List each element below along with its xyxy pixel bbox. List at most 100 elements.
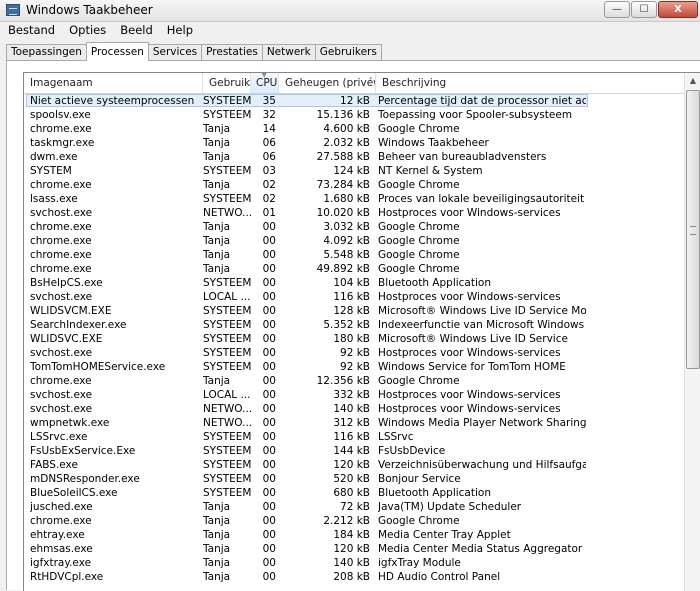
table-row[interactable]: svchost.exe SYSTEEM 00 92 kB Hostproces voor… xyxy=(24,346,685,360)
menu-bestand[interactable]: Bestand xyxy=(0,22,61,40)
cell-imagenaam: Niet actieve systeemprocessen xyxy=(30,95,195,107)
cell-beschrijving: Google Chrome xyxy=(378,235,460,247)
cell-beschrijving: Java(TM) Update Scheduler xyxy=(378,501,522,513)
table-row[interactable]: spoolsv.exe SYSTEEM 32 15.136 kB Toepassing … xyxy=(24,108,685,122)
tab-netwerk[interactable]: Netwerk xyxy=(261,44,316,61)
cell-beschrijving: Media Center Media Status Aggregator Ser… xyxy=(378,543,586,555)
table-row[interactable]: chrome.exe Tanja 00 3.032 kB Google Chrome xyxy=(24,220,685,234)
table-row[interactable]: WLIDSVCM.EXE SYSTEEM 00 128 kB Microsoft® Wi… xyxy=(24,304,685,318)
cell-geheugen: 124 kB xyxy=(333,165,370,177)
tab-toepassingen[interactable]: Toepassingen xyxy=(6,44,87,61)
tab-processen[interactable]: Processen xyxy=(85,42,149,61)
tab-prestaties[interactable]: Prestaties xyxy=(201,44,263,61)
cell-geheugen: 72 kB xyxy=(340,501,370,513)
column-header-cpu[interactable]: ▼ CPU xyxy=(251,73,279,93)
sort-down-icon: ▼ xyxy=(261,73,267,79)
cell-cpu: 00 xyxy=(262,389,276,401)
cell-gebruiker: SYSTEEM xyxy=(203,95,251,107)
cell-gebruiker: NETWO... xyxy=(203,403,251,415)
scroll-up-arrow-icon[interactable]: ▲ xyxy=(685,73,700,89)
tab-gebruikers[interactable]: Gebruikers xyxy=(314,44,382,61)
cell-cpu: 02 xyxy=(262,193,276,205)
scroll-thumb[interactable] xyxy=(686,90,700,369)
cell-gebruiker: Tanja xyxy=(203,263,231,275)
table-row[interactable]: FsUsbExService.Exe SYSTEEM 00 144 kB FsUsbDe… xyxy=(24,444,685,458)
column-header-gebruiker[interactable]: Gebruik... xyxy=(203,73,251,93)
table-row[interactable]: chrome.exe Tanja 00 5.548 kB Google Chrome xyxy=(24,248,685,262)
cell-cpu: 14 xyxy=(262,123,276,135)
table-row[interactable]: svchost.exe NETWO... 00 140 kB Hostproces vo… xyxy=(24,402,685,416)
table-row[interactable]: dwm.exe Tanja 06 27.588 kB Beheer van bureau… xyxy=(24,150,685,164)
cell-beschrijving: Indexeerfunctie van Microsoft Windows Se… xyxy=(378,319,586,331)
cell-cpu: 06 xyxy=(262,137,276,149)
cell-geheugen: 208 kB xyxy=(333,571,370,583)
table-row[interactable]: taskmgr.exe Tanja 06 2.032 kB Windows Taakbe… xyxy=(24,136,685,150)
cell-cpu: 00 xyxy=(262,487,276,499)
cell-geheugen: 27.588 kB xyxy=(316,151,370,163)
cell-geheugen: 49.892 kB xyxy=(316,263,370,275)
process-list[interactable]: Imagenaam Gebruik... ▼ CPU Geheugen (pri… xyxy=(23,72,700,591)
table-row[interactable]: svchost.exe NETWO... 01 10.020 kB Hostproces… xyxy=(24,206,685,220)
menu-beeld[interactable]: Beeld xyxy=(112,22,159,40)
column-header-beschrijving[interactable]: Beschrijving xyxy=(376,73,685,93)
cell-geheugen: 144 kB xyxy=(333,445,370,457)
cell-geheugen: 4.092 kB xyxy=(323,235,370,247)
table-row[interactable]: SearchIndexer.exe SYSTEEM 00 5.352 kB Indexe… xyxy=(24,318,685,332)
cell-cpu: 00 xyxy=(262,235,276,247)
cell-geheugen: 140 kB xyxy=(333,557,370,569)
table-row[interactable]: jusched.exe Tanja 00 72 kB Java(TM) Update S… xyxy=(24,500,685,514)
tab-services[interactable]: Services xyxy=(147,44,203,61)
cell-geheugen: 120 kB xyxy=(333,459,370,471)
table-row[interactable]: chrome.exe Tanja 00 49.892 kB Google Chrome xyxy=(24,262,685,276)
table-row[interactable]: svchost.exe LOCAL ... 00 116 kB Hostproces v… xyxy=(24,290,685,304)
column-header-imagenaam[interactable]: Imagenaam xyxy=(24,73,203,93)
table-row[interactable]: BsHelpCS.exe SYSTEEM 00 104 kB Bluetooth App… xyxy=(24,276,685,290)
cell-imagenaam: ehtray.exe xyxy=(30,529,85,541)
table-row[interactable]: ehmsas.exe Tanja 00 120 kB Media Center Medi… xyxy=(24,542,685,556)
table-row[interactable]: chrome.exe Tanja 00 2.212 kB Google Chrome xyxy=(24,514,685,528)
cell-beschrijving: Google Chrome xyxy=(378,249,460,261)
menu-opties[interactable]: Opties xyxy=(61,22,112,40)
table-row[interactable]: Niet actieve systeemprocessen SYSTEEM 35 12… xyxy=(24,94,685,108)
table-row[interactable]: TomTomHOMEService.exe SYSTEEM 00 92 kB Windo… xyxy=(24,360,685,374)
cell-beschrijving: Percentage tijd dat de processor niet ac… xyxy=(378,95,586,107)
table-row[interactable]: RtHDVCpl.exe Tanja 00 208 kB HD Audio Contro… xyxy=(24,570,685,584)
cell-gebruiker: Tanja xyxy=(203,571,231,583)
table-row[interactable]: chrome.exe Tanja 00 12.356 kB Google Chrome xyxy=(24,374,685,388)
cell-gebruiker: Tanja xyxy=(203,501,231,513)
maximize-button[interactable]: ☐ xyxy=(631,1,657,18)
table-row[interactable]: SYSTEM SYSTEEM 03 124 kB NT Kernel & System xyxy=(24,164,685,178)
close-button[interactable]: X xyxy=(658,1,698,18)
table-row[interactable]: svchost.exe LOCAL ... 00 332 kB Hostproces v… xyxy=(24,388,685,402)
cell-imagenaam: svchost.exe xyxy=(30,403,93,415)
table-row[interactable]: BlueSoleilCS.exe SYSTEEM 00 680 kB Bluetooth… xyxy=(24,486,685,500)
cell-beschrijving: Beheer van bureaubladvensters xyxy=(378,151,547,163)
cell-gebruiker: SYSTEEM xyxy=(203,445,251,457)
table-row[interactable]: WLIDSVC.EXE SYSTEEM 00 180 kB Microsoft® Win… xyxy=(24,332,685,346)
cell-beschrijving: Google Chrome xyxy=(378,375,460,387)
table-row[interactable]: LSSrvc.exe SYSTEEM 00 116 kB LSSrvc xyxy=(24,430,685,444)
cell-beschrijving: Windows Service for TomTom HOME xyxy=(378,361,566,373)
menu-help[interactable]: Help xyxy=(159,22,199,40)
table-row[interactable]: ehtray.exe Tanja 00 184 kB Media Center Tray… xyxy=(24,528,685,542)
vertical-scrollbar[interactable]: ▲ xyxy=(684,73,700,591)
cell-cpu: 00 xyxy=(262,403,276,415)
table-row[interactable]: chrome.exe Tanja 14 4.600 kB Google Chrome xyxy=(24,122,685,136)
cell-imagenaam: BsHelpCS.exe xyxy=(30,277,103,289)
cell-gebruiker: SYSTEEM xyxy=(203,165,251,177)
table-row[interactable]: mDNSResponder.exe SYSTEEM 00 520 kB Bonjour … xyxy=(24,472,685,486)
table-row[interactable]: chrome.exe Tanja 00 4.092 kB Google Chrome xyxy=(24,234,685,248)
cell-cpu: 01 xyxy=(262,207,276,219)
cell-beschrijving: Hostproces voor Windows-services xyxy=(378,389,561,401)
cell-geheugen: 2.212 kB xyxy=(323,515,370,527)
cell-geheugen: 4.600 kB xyxy=(323,123,370,135)
table-row[interactable]: igfxtray.exe Tanja 00 140 kB igfxTray Module xyxy=(24,556,685,570)
cell-beschrijving: HD Audio Control Panel xyxy=(378,571,501,583)
table-row[interactable]: FABS.exe SYSTEEM 00 120 kB Verzeichnisüberwa… xyxy=(24,458,685,472)
table-row[interactable]: chrome.exe Tanja 02 73.284 kB Google Chrome xyxy=(24,178,685,192)
table-row[interactable]: wmpnetwk.exe NETWO... 00 312 kB Windows Medi… xyxy=(24,416,685,430)
table-row[interactable]: lsass.exe SYSTEEM 02 1.680 kB Proces van lok… xyxy=(24,192,685,206)
column-header-geheugen[interactable]: Geheugen (privéwe... xyxy=(279,73,376,93)
minimize-button[interactable]: — xyxy=(604,1,630,18)
cell-imagenaam: taskmgr.exe xyxy=(30,137,95,149)
